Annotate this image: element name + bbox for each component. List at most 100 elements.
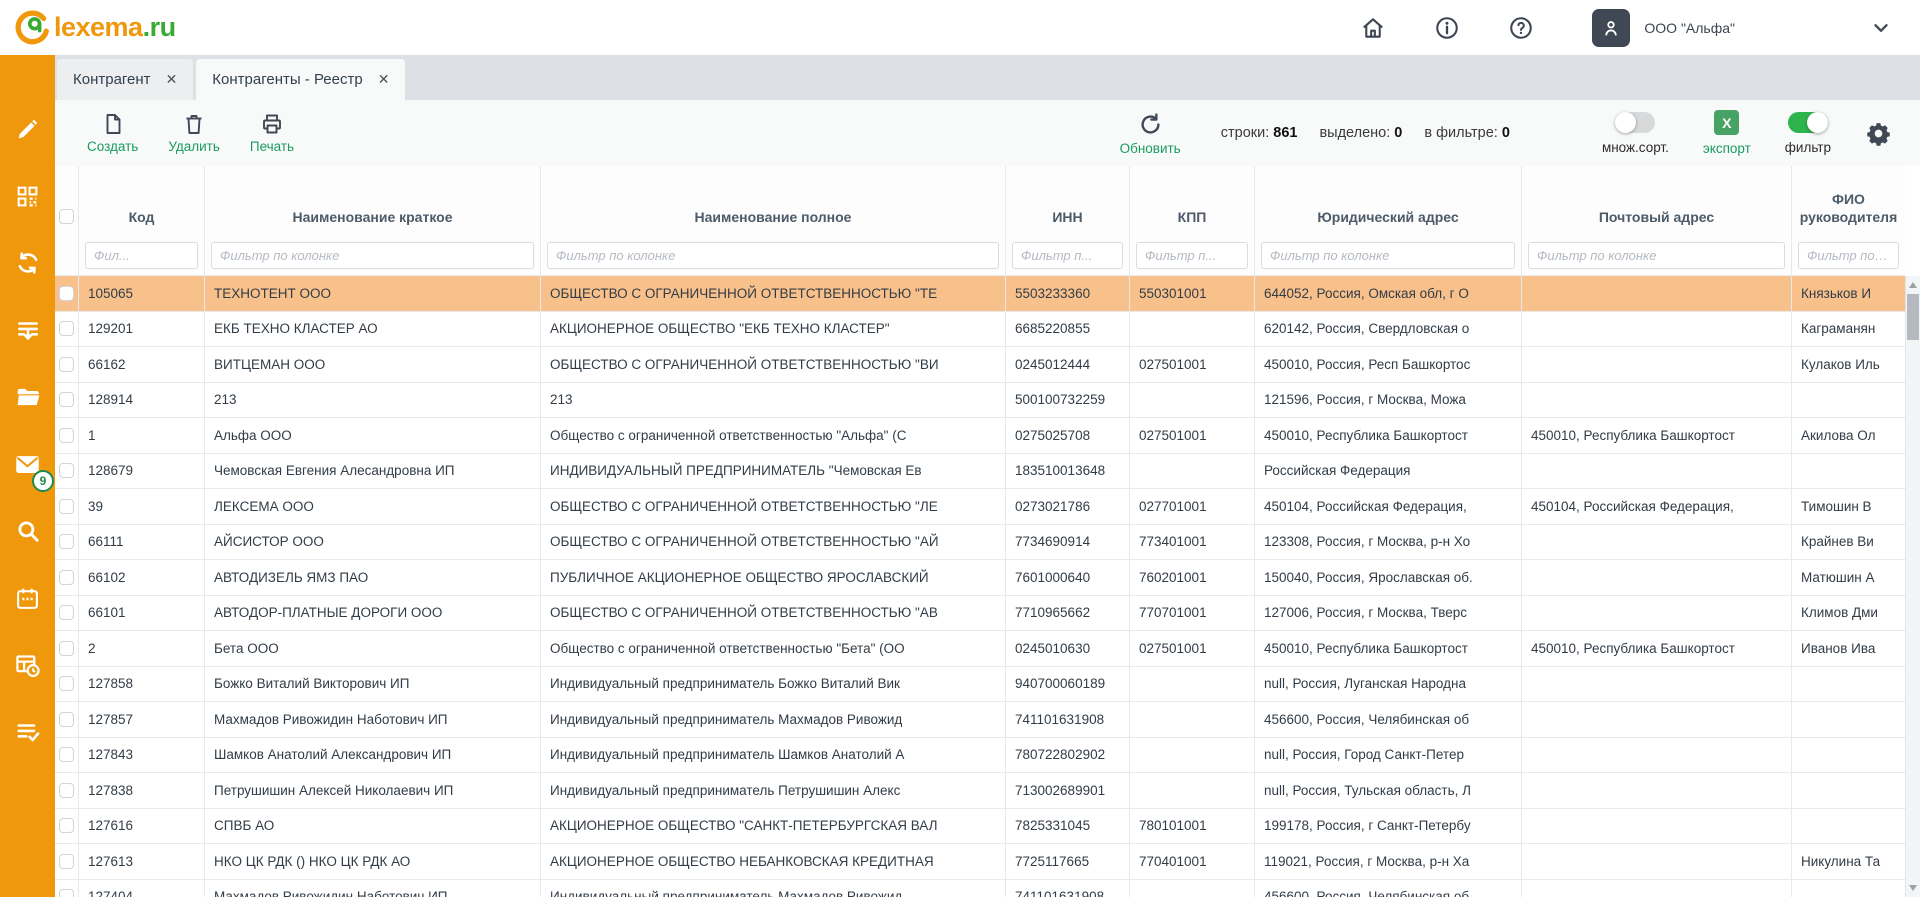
table-cell: 127616 bbox=[79, 809, 205, 844]
chevron-down-icon[interactable] bbox=[1870, 17, 1892, 39]
sidebar-item-edit[interactable] bbox=[0, 98, 55, 165]
print-button[interactable]: Печать bbox=[250, 112, 294, 154]
sidebar-item-search[interactable] bbox=[0, 500, 55, 567]
create-button[interactable]: Создать bbox=[87, 112, 138, 154]
select-all-checkbox[interactable] bbox=[59, 209, 74, 224]
sidebar-item-documents[interactable] bbox=[0, 366, 55, 433]
column-header-full-name[interactable]: Наименование полное bbox=[541, 166, 1006, 236]
home-icon[interactable] bbox=[1358, 13, 1388, 43]
delete-button[interactable]: Удалить bbox=[168, 112, 220, 154]
info-icon[interactable] bbox=[1432, 13, 1462, 43]
filter-input-short-name[interactable] bbox=[211, 242, 534, 269]
app-logo[interactable]: lexema.ru bbox=[14, 10, 176, 46]
row-checkbox-cell bbox=[55, 312, 79, 347]
table-row[interactable]: 128679Чемовская Евгения Алесандровна ИПИ… bbox=[55, 454, 1905, 490]
table-cell: Индивидуальный предприниматель Махмадов … bbox=[541, 880, 1006, 897]
filter-input-director[interactable] bbox=[1798, 242, 1899, 269]
user-menu[interactable]: ООО "Альфа" bbox=[1592, 9, 1735, 47]
column-header-kpp[interactable]: КПП bbox=[1130, 166, 1255, 236]
filter-input-full-name[interactable] bbox=[547, 242, 999, 269]
table-row[interactable]: 127613НКО ЦК РДК () НКО ЦК РДК АОАКЦИОНЕ… bbox=[55, 844, 1905, 880]
filter-input-postal-address[interactable] bbox=[1528, 242, 1785, 269]
export-button[interactable]: X экспорт bbox=[1703, 110, 1751, 156]
sidebar-item-scan[interactable] bbox=[0, 165, 55, 232]
column-header-short-name[interactable]: Наименование краткое bbox=[205, 166, 541, 236]
row-checkbox[interactable] bbox=[59, 428, 74, 443]
column-header-code[interactable]: Код bbox=[79, 166, 205, 236]
table-row[interactable]: 66162ВИТЦЕМАН ООООБЩЕСТВО С ОГРАНИЧЕННОЙ… bbox=[55, 347, 1905, 383]
table-row[interactable]: 66111АЙСИСТОР ООООБЩЕСТВО С ОГРАНИЧЕННОЙ… bbox=[55, 525, 1905, 561]
sidebar-item-tasks[interactable] bbox=[0, 701, 55, 768]
settings-button[interactable] bbox=[1865, 120, 1892, 147]
row-checkbox[interactable] bbox=[59, 463, 74, 478]
toggle-off-icon[interactable] bbox=[1615, 112, 1655, 133]
table-row[interactable]: 66102АВТОДИЗЕЛЬ ЯМЗ ПАОПУБЛИЧНОЕ АКЦИОНЕ… bbox=[55, 560, 1905, 596]
scroll-down-icon[interactable] bbox=[1909, 885, 1917, 891]
column-header-postal-address[interactable]: Почтовый адрес bbox=[1522, 166, 1792, 236]
row-checkbox[interactable] bbox=[59, 286, 74, 301]
sidebar-item-sync[interactable] bbox=[0, 232, 55, 299]
table-cell: АВТОДОР-ПЛАТНЫЕ ДОРОГИ ООО bbox=[205, 596, 541, 631]
table-row[interactable]: 127404Махмадов Ривожидин Наботович ИПИнд… bbox=[55, 880, 1905, 897]
filter-input-legal-address[interactable] bbox=[1261, 242, 1515, 269]
table-row[interactable]: 105065ТЕХНОТЕНТ ООООБЩЕСТВО С ОГРАНИЧЕНН… bbox=[55, 276, 1905, 312]
filter-input-inn[interactable] bbox=[1012, 242, 1123, 269]
sidebar-item-unload[interactable] bbox=[0, 299, 55, 366]
table-row[interactable]: 127838Петрушишин Алексей Николаевич ИПИн… bbox=[55, 773, 1905, 809]
row-checkbox[interactable] bbox=[59, 534, 74, 549]
table-row[interactable]: 66101АВТОДОР-ПЛАТНЫЕ ДОРОГИ ООООБЩЕСТВО … bbox=[55, 596, 1905, 632]
row-checkbox[interactable] bbox=[59, 499, 74, 514]
column-header-director[interactable]: ФИО руководителя bbox=[1792, 166, 1905, 236]
toggle-on-icon[interactable] bbox=[1788, 112, 1828, 133]
row-checkbox[interactable] bbox=[59, 321, 74, 336]
table-cell: 129201 bbox=[79, 312, 205, 347]
tab-kontragent[interactable]: Контрагент ✕ bbox=[57, 59, 193, 100]
excel-icon[interactable]: X bbox=[1714, 110, 1739, 135]
close-icon[interactable]: ✕ bbox=[378, 71, 390, 88]
row-checkbox[interactable] bbox=[59, 570, 74, 585]
table-cell: 770401001 bbox=[1130, 844, 1255, 879]
table-row[interactable]: 129201ЕКБ ТЕХНО КЛАСТЕР АОАКЦИОНЕРНОЕ ОБ… bbox=[55, 312, 1905, 348]
column-header-inn[interactable]: ИНН bbox=[1006, 166, 1130, 236]
filter-toggle[interactable]: фильтр bbox=[1785, 112, 1831, 155]
row-checkbox[interactable] bbox=[59, 712, 74, 727]
gear-icon bbox=[1865, 120, 1892, 147]
row-checkbox[interactable] bbox=[59, 818, 74, 833]
help-icon[interactable] bbox=[1506, 13, 1536, 43]
row-checkbox[interactable] bbox=[59, 676, 74, 691]
vertical-scrollbar[interactable] bbox=[1905, 276, 1920, 897]
column-header-legal-address[interactable]: Юридический адрес bbox=[1255, 166, 1522, 236]
row-checkbox[interactable] bbox=[59, 854, 74, 869]
table-cell bbox=[1522, 560, 1792, 595]
table-cell: Российская Федерация bbox=[1255, 454, 1522, 489]
close-icon[interactable]: ✕ bbox=[166, 71, 178, 88]
row-checkbox[interactable] bbox=[59, 889, 74, 897]
filter-input-kpp[interactable] bbox=[1136, 242, 1248, 269]
row-checkbox[interactable] bbox=[59, 783, 74, 798]
sidebar-item-calendar[interactable] bbox=[0, 567, 55, 634]
table-row[interactable]: 127858Божко Виталий Викторович ИПИндивид… bbox=[55, 667, 1905, 703]
table-row[interactable]: 127857Махмадов Ривожидин Наботович ИПИнд… bbox=[55, 702, 1905, 738]
table-row[interactable]: 2Бета ООООбщество с ограниченной ответст… bbox=[55, 631, 1905, 667]
row-checkbox[interactable] bbox=[59, 357, 74, 372]
table-body: 105065ТЕХНОТЕНТ ООООБЩЕСТВО С ОГРАНИЧЕНН… bbox=[55, 276, 1905, 897]
scroll-up-icon[interactable] bbox=[1909, 282, 1917, 288]
row-checkbox[interactable] bbox=[59, 605, 74, 620]
tab-kontragenty-reestr[interactable]: Контрагенты - Реестр ✕ bbox=[196, 59, 405, 100]
table-row[interactable]: 127616СПВБ АОАКЦИОНЕРНОЕ ОБЩЕСТВО "САНКТ… bbox=[55, 809, 1905, 845]
table-row[interactable]: 39ЛЕКСЕМА ООООБЩЕСТВО С ОГРАНИЧЕННОЙ ОТВ… bbox=[55, 489, 1905, 525]
table-row[interactable]: 1Альфа ООООбщество с ограниченной ответс… bbox=[55, 418, 1905, 454]
sidebar-item-mail[interactable]: 9 bbox=[0, 433, 55, 500]
row-checkbox[interactable] bbox=[59, 747, 74, 762]
row-checkbox[interactable] bbox=[59, 392, 74, 407]
table-row[interactable]: 128914213213500100732259121596, Россия, … bbox=[55, 383, 1905, 419]
refresh-button[interactable]: Обновить bbox=[1120, 111, 1181, 156]
multisort-toggle[interactable]: множ.сорт. bbox=[1602, 112, 1669, 155]
scroll-thumb[interactable] bbox=[1907, 294, 1919, 340]
table-row[interactable]: 127843Шамков Анатолий Александрович ИПИн… bbox=[55, 738, 1905, 774]
sidebar-item-schedule[interactable] bbox=[0, 634, 55, 701]
filter-input-code[interactable] bbox=[85, 242, 198, 269]
tab-label: Контрагенты - Реестр bbox=[212, 71, 362, 88]
table-cell: 150040, Россия, Ярославская об. bbox=[1255, 560, 1522, 595]
row-checkbox[interactable] bbox=[59, 641, 74, 656]
